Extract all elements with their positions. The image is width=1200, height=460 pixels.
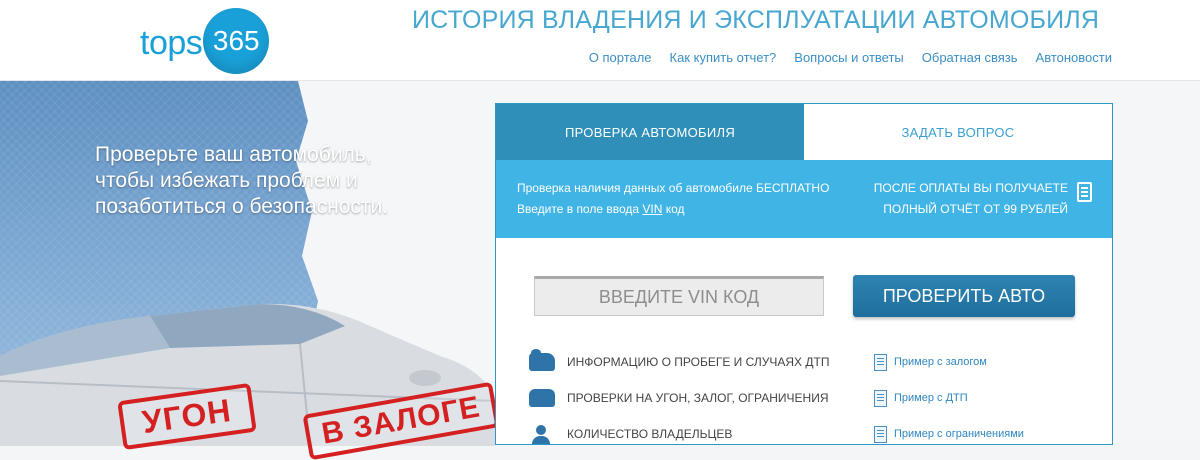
site-header: tops 365 ИСТОРИЯ ВЛАДЕНИЯ И ЭКСПЛУАТАЦИИ… — [0, 0, 1200, 81]
panel-tabs: ПРОВЕРКА АВТОМОБИЛЯ ЗАДАТЬ ВОПРОС — [496, 104, 1112, 160]
owners-icon — [529, 425, 555, 444]
feature-list: ИНФОРМАЦИЮ О ПРОБЕГЕ И СЛУЧАЯХ ДТП ПРОВЕ… — [529, 344, 829, 452]
info-free-line: Проверка наличия данных об автомобиле БЕ… — [517, 181, 830, 195]
vin-abbr: VIN — [642, 202, 663, 216]
list-item: ПРОВЕРКИ НА УГОН, ЗАЛОГ, ОГРАНИЧЕНИЯ — [529, 380, 829, 416]
example-restrictions-link[interactable]: Пример с ограничениями — [894, 428, 1024, 440]
info-price-line: ПОЛНЫЙ ОТЧЁТ ОТ 99 РУБЛЕЙ — [883, 202, 1068, 216]
feature-label: КОЛИЧЕСТВО ВЛАДЕЛЬЦЕВ — [567, 427, 733, 441]
car-check-icon — [529, 389, 555, 407]
slogan-line: Проверьте ваш автомобиль, — [95, 143, 372, 166]
list-item: ИНФОРМАЦИЮ О ПРОБЕГЕ И СЛУЧАЯХ ДТП — [529, 344, 829, 380]
logo-text: tops — [140, 23, 203, 62]
list-item: КОЛИЧЕСТВО ВЛАДЕЛЬЦЕВ — [529, 416, 829, 452]
example-pledge-link[interactable]: Пример с залогом — [894, 356, 987, 368]
list-item: Пример с ДТП — [874, 380, 1024, 416]
nav-feedback[interactable]: Обратная связь — [922, 50, 1018, 65]
tab-check-car[interactable]: ПРОВЕРКА АВТОМОБИЛЯ — [496, 104, 804, 160]
list-item: Пример с ограничениями — [874, 416, 1024, 452]
example-accident-link[interactable]: Пример с ДТП — [894, 392, 968, 404]
main-nav: О портале Как купить отчет? Вопросы и от… — [589, 50, 1112, 65]
nav-how-to-buy[interactable]: Как купить отчет? — [670, 50, 777, 65]
document-icon — [874, 353, 887, 371]
hero-slogan: Проверьте ваш автомобиль, чтобы избежать… — [95, 142, 435, 220]
nav-faq[interactable]: Вопросы и ответы — [794, 50, 903, 65]
nav-about[interactable]: О портале — [589, 50, 652, 65]
info-bar: Проверка наличия данных об автомобиле БЕ… — [496, 160, 1112, 238]
info-vin-line: Введите в поле ввода VIN код — [517, 202, 685, 216]
tab-ask-question[interactable]: ЗАДАТЬ ВОПРОС — [804, 104, 1112, 160]
report-icon — [1077, 182, 1092, 202]
slogan-line: позаботиться о безопасности. — [95, 195, 389, 218]
example-list: Пример с залогом Пример с ДТП Пример с о… — [874, 344, 1024, 452]
site-title: ИСТОРИЯ ВЛАДЕНИЯ И ЭКСПЛУАТАЦИИ АВТОМОБИ… — [412, 6, 1100, 34]
logo[interactable]: tops 365 — [140, 8, 270, 74]
slogan-line: чтобы избежать проблем и — [95, 169, 358, 192]
tow-truck-icon — [529, 349, 555, 371]
list-item: Пример с залогом — [874, 344, 1024, 380]
nav-auto-news[interactable]: Автоновости — [1036, 50, 1112, 65]
info-full-report: ПОСЛЕ ОПЛАТЫ ВЫ ПОЛУЧАЕТЕ ПОЛНЫЙ ОТЧЁТ О… — [874, 178, 1068, 220]
feature-label: ПРОВЕРКИ НА УГОН, ЗАЛОГ, ОГРАНИЧЕНИЯ — [567, 391, 829, 405]
document-icon — [874, 389, 887, 407]
info-free-check: Проверка наличия данных об автомобиле БЕ… — [517, 178, 829, 220]
vin-input[interactable] — [534, 276, 824, 316]
check-panel: ПРОВЕРКА АВТОМОБИЛЯ ЗАДАТЬ ВОПРОС Провер… — [495, 103, 1113, 445]
info-report-line: ПОСЛЕ ОПЛАТЫ ВЫ ПОЛУЧАЕТЕ — [873, 181, 1068, 195]
check-car-button[interactable]: ПРОВЕРИТЬ АВТО — [853, 275, 1075, 317]
feature-label: ИНФОРМАЦИЮ О ПРОБЕГЕ И СЛУЧАЯХ ДТП — [567, 355, 830, 369]
logo-circle: 365 — [203, 8, 270, 74]
